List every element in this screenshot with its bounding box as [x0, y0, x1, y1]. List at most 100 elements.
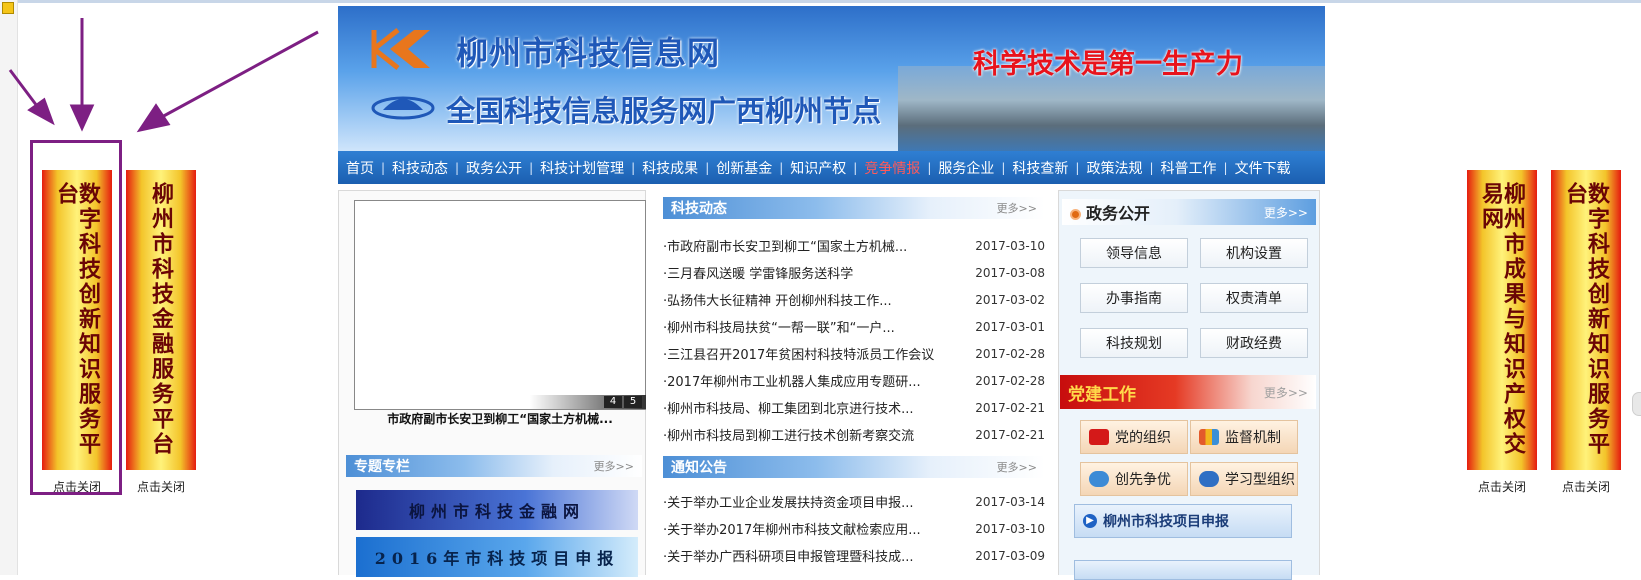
news-item[interactable]: ·2017年柳州市工业机器人集成应用专题研... 2017-02-28 — [663, 367, 1045, 394]
notice-item-date: 2017-03-09 — [975, 548, 1045, 563]
slogan: 科学技术是第一生产力 — [973, 49, 1243, 80]
close-couplet-left-2[interactable]: 点击关闭 — [121, 478, 201, 495]
news-item[interactable]: ·弘扬伟大长征精神 开创柳州科技工作... 2017-03-02 — [663, 286, 1045, 313]
nav-intelligence[interactable]: 竞争情报 — [864, 158, 920, 178]
gov-button-guide[interactable]: 办事指南 — [1080, 283, 1188, 313]
news-item-date: 2017-02-21 — [975, 400, 1045, 415]
notice-item-date: 2017-03-10 — [975, 521, 1045, 536]
nav-separator: | — [381, 160, 386, 175]
slide-page-4[interactable]: 4 — [604, 396, 622, 408]
next-link-partial[interactable] — [1074, 560, 1292, 580]
party-section-header: 党建工作 更多>> — [1060, 375, 1316, 409]
news-item-date: 2017-02-28 — [975, 373, 1045, 388]
nav-separator: | — [1149, 160, 1154, 175]
slideshow-caption[interactable]: 市政府副市长安卫到柳工“国家土方机械... — [354, 410, 646, 427]
special-more-link[interactable]: 更多>> — [594, 458, 634, 474]
news-item-title[interactable]: ·柳州市科技局到柳工进行技术创新考察交流 — [663, 425, 914, 444]
party-button-label: 监督机制 — [1225, 430, 1281, 446]
slideshow-image[interactable] — [354, 200, 646, 410]
gov-button-finance[interactable]: 财政经费 — [1200, 328, 1308, 358]
news-more-link[interactable]: 更多>> — [997, 200, 1037, 216]
party-button-supervision[interactable]: 监督机制 — [1190, 420, 1298, 454]
close-couplet-right-1[interactable]: 点击关闭 — [1462, 478, 1542, 495]
special-section-header: 专题专栏 更多>> — [346, 455, 642, 477]
network-logo-icon — [371, 96, 435, 120]
gov-section-header: 政务公开 更多>> — [1062, 199, 1316, 225]
couplet-right-2[interactable]: 数字科技创新知识服务平台 — [1551, 170, 1621, 470]
nav-separator: | — [1223, 160, 1228, 175]
nav-ip[interactable]: 知识产权 — [790, 158, 846, 178]
gov-button-leaders[interactable]: 领导信息 — [1080, 238, 1188, 268]
nav-separator: | — [1001, 160, 1006, 175]
news-item-title[interactable]: ·三江县召开2017年贫困村科技特派员工作会议 — [663, 344, 934, 363]
promo-project-application[interactable]: 2016年市科技项目申报 — [356, 537, 638, 577]
gov-button-organization[interactable]: 机构设置 — [1200, 238, 1308, 268]
nav-separator: | — [631, 160, 636, 175]
couplet-right-1[interactable]: 柳州市成果与知识产权交易网 — [1467, 170, 1537, 470]
couplet-left-2-text: 柳州市科技金融服务平台 — [148, 182, 174, 457]
slide-page-5[interactable]: 5 — [624, 396, 642, 408]
nav-separator: | — [529, 160, 534, 175]
news-list: ·市政府副市长安卫到柳工“国家土方机械... 2017-03-10 ·三月春风送暖… — [663, 232, 1045, 448]
nav-innovation-fund[interactable]: 创新基金 — [716, 158, 772, 178]
news-item-title[interactable]: ·弘扬伟大长征精神 开创柳州科技工作... — [663, 290, 892, 309]
nav-enterprise[interactable]: 服务企业 — [938, 158, 994, 178]
close-couplet-right-2[interactable]: 点击关闭 — [1546, 478, 1626, 495]
couplet-left-2[interactable]: 柳州市科技金融服务平台 — [126, 170, 196, 470]
arrow-right — [159, 30, 319, 120]
news-item[interactable]: ·柳州市科技局、柳工集团到北京进行技术... 2017-02-21 — [663, 394, 1045, 421]
news-item[interactable]: ·三江县召开2017年贫困村科技特派员工作会议 2017-02-28 — [663, 340, 1045, 367]
party-button-label: 党的组织 — [1115, 430, 1171, 446]
notice-item[interactable]: ·关于举办广西科研项目申报管理暨科技成... 2017-03-09 — [663, 542, 1045, 569]
nav-gov-affairs[interactable]: 政务公开 — [466, 158, 522, 178]
nav-separator: | — [1075, 160, 1080, 175]
notice-item-title[interactable]: ·关于举办2017年柳州市科技文献检索应用... — [663, 519, 921, 538]
arrow-middle-head — [69, 104, 95, 132]
gov-button-planning[interactable]: 科技规划 — [1080, 328, 1188, 358]
party-button-organization[interactable]: 党的组织 — [1080, 420, 1188, 454]
notice-more-link[interactable]: 更多>> — [997, 459, 1037, 475]
nav-achievements[interactable]: 科技成果 — [642, 158, 698, 178]
news-item-title[interactable]: ·市政府副市长安卫到柳工“国家土方机械... — [663, 236, 907, 255]
notice-item[interactable]: ·关于举办2017年柳州市科技文献检索应用... 2017-03-10 — [663, 515, 1045, 542]
gov-more-link[interactable]: 更多>> — [1264, 204, 1308, 221]
notice-section-header: 通知公告 更多>> — [663, 456, 1045, 478]
arrow-left — [8, 69, 42, 111]
highlight-box — [30, 140, 122, 495]
news-item-title[interactable]: ·柳州市科技局、柳工集团到北京进行技术... — [663, 398, 914, 417]
news-item-title[interactable]: ·三月春风送暖 学雷锋服务送科学 — [663, 263, 853, 282]
party-more-link[interactable]: 更多>> — [1264, 384, 1308, 401]
promo-finance-network[interactable]: 柳州市科技金融网 — [356, 490, 638, 530]
scroll-right-icon[interactable] — [1632, 392, 1641, 416]
site-logo-icon — [371, 28, 430, 70]
nav-policy[interactable]: 政策法规 — [1086, 158, 1142, 178]
news-item[interactable]: ·柳州市科技局扶贫“一帮一联”和“一户... 2017-03-01 — [663, 313, 1045, 340]
news-item[interactable]: ·三月春风送暖 学雷锋服务送科学 2017-03-08 — [663, 259, 1045, 286]
project-application-link[interactable]: ▶ 柳州市科技项目申报 — [1074, 504, 1292, 538]
nav-downloads[interactable]: 文件下载 — [1235, 158, 1291, 178]
notice-item-title[interactable]: ·关于举办广西科研项目申报管理暨科技成... — [663, 546, 914, 565]
nav-plan-management[interactable]: 科技计划管理 — [540, 158, 624, 178]
party-button-label: 创先争优 — [1115, 472, 1171, 488]
nav-separator: | — [705, 160, 710, 175]
nav-separator: | — [779, 160, 784, 175]
nav-tech-news[interactable]: 科技动态 — [392, 158, 448, 178]
nav-popular-science[interactable]: 科普工作 — [1161, 158, 1217, 178]
party-button-excellence[interactable]: 创先争优 — [1080, 462, 1188, 496]
news-item[interactable]: ·柳州市科技局到柳工进行技术创新考察交流 2017-02-21 — [663, 421, 1045, 448]
news-item[interactable]: ·市政府副市长安卫到柳工“国家土方机械... 2017-03-10 — [663, 232, 1045, 259]
gov-button-responsibilities[interactable]: 权责清单 — [1200, 283, 1308, 313]
notice-item-title[interactable]: ·关于举办工业企业发展扶持资金项目申报... — [663, 492, 914, 511]
annotation-arrows — [8, 18, 319, 133]
nav-home[interactable]: 首页 — [346, 158, 374, 178]
header-banner: 柳州市科技信息网 全国科技信息服务网广西柳州节点 科学技术是第一生产力 — [338, 6, 1325, 151]
news-item-title[interactable]: ·2017年柳州市工业机器人集成应用专题研... — [663, 371, 921, 390]
party-button-learning[interactable]: 学习型组织 — [1190, 462, 1298, 496]
news-section-header: 科技动态 更多>> — [663, 197, 1045, 219]
notice-item[interactable]: ·关于举办工业企业发展扶持资金项目申报... 2017-03-14 — [663, 488, 1045, 515]
couplet-right-2-text: 数字科技创新知识服务平台 — [1562, 182, 1610, 457]
news-item-title[interactable]: ·柳州市科技局扶贫“一帮一联”和“一户... — [663, 317, 895, 336]
nav-novelty-search[interactable]: 科技查新 — [1012, 158, 1068, 178]
flag-icon — [1089, 429, 1109, 445]
party-button-label: 学习型组织 — [1225, 472, 1295, 488]
